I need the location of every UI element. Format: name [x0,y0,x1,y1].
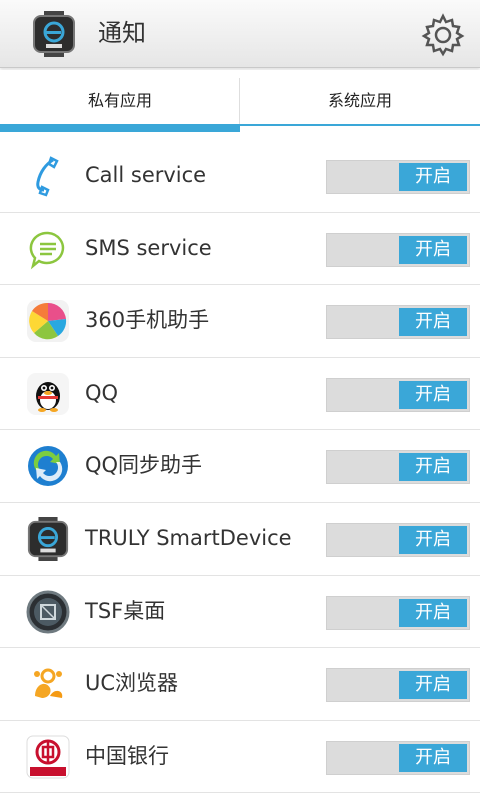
app-name: QQ [85,380,119,405]
notification-toggle[interactable]: 开启 [326,522,470,557]
app-name: QQ同步助手 [85,453,203,478]
bank-of-china-icon [26,735,70,779]
list-item-bank-of-china: 中国银行 开启 [0,721,480,794]
toggle-knob: 开启 [399,380,467,409]
list-item-qq: QQ 开启 [0,358,480,431]
toggle-knob: 开启 [399,235,467,264]
notification-toggle[interactable]: 开启 [326,740,470,775]
sms-bubble-icon [29,231,65,270]
app-name: 360手机助手 [85,308,210,333]
list-item-sms-service: SMS service 开启 [0,213,480,286]
tab-selected-indicator [0,124,240,132]
app-name: SMS service [85,235,212,260]
toggle-knob: 开启 [399,453,467,482]
notification-toggle[interactable]: 开启 [326,595,470,630]
toggle-knob: 开启 [399,598,467,627]
notification-toggle[interactable]: 开启 [326,160,470,194]
notification-toggle[interactable]: 开启 [326,668,470,703]
list-item-tsf-desktop: TSF桌面 开启 [0,576,480,649]
app-name: UC浏览器 [85,671,179,696]
uc-browser-icon [34,668,63,699]
app-name: TSF桌面 [85,598,166,623]
toggle-knob: 开启 [399,163,467,191]
list-item-uc-browser: UC浏览器 开启 [0,648,480,721]
notification-toggle[interactable]: 开启 [326,232,470,267]
truly-watch-icon [27,516,69,561]
toggle-knob: 开启 [399,308,467,337]
toggle-knob: 开启 [399,743,467,772]
360-assistant-icon [27,300,69,343]
app-name: TRULY SmartDevice [85,525,292,550]
app-name: 中国银行 [85,743,169,768]
list-item-qq-sync: QQ同步助手 开启 [0,430,480,503]
gear-icon[interactable] [420,12,466,58]
notification-toggle[interactable]: 开启 [326,305,470,340]
toggle-knob: 开启 [399,671,467,700]
app-header: 通知 [0,0,480,68]
list-item-360-assistant: 360手机助手 开启 [0,285,480,358]
toggle-knob: 开启 [399,525,467,554]
qq-penguin-icon [27,372,69,415]
notification-toggle[interactable]: 开启 [326,450,470,485]
app-name: Call service [85,163,207,187]
truly-watch-icon [33,11,75,57]
notification-toggle[interactable]: 开启 [326,377,470,412]
phone-icon [36,156,59,197]
list-item-call-service: Call service 开启 [0,140,480,213]
list-item-truly-smartdevice: TRULY SmartDevice 开启 [0,503,480,576]
tsf-desktop-icon [26,590,70,634]
qq-sync-icon [28,446,68,487]
page-title: 通知 [98,19,146,47]
app-list: Call service 开启 SMS service 开启 360手机助手 开… [0,140,480,794]
